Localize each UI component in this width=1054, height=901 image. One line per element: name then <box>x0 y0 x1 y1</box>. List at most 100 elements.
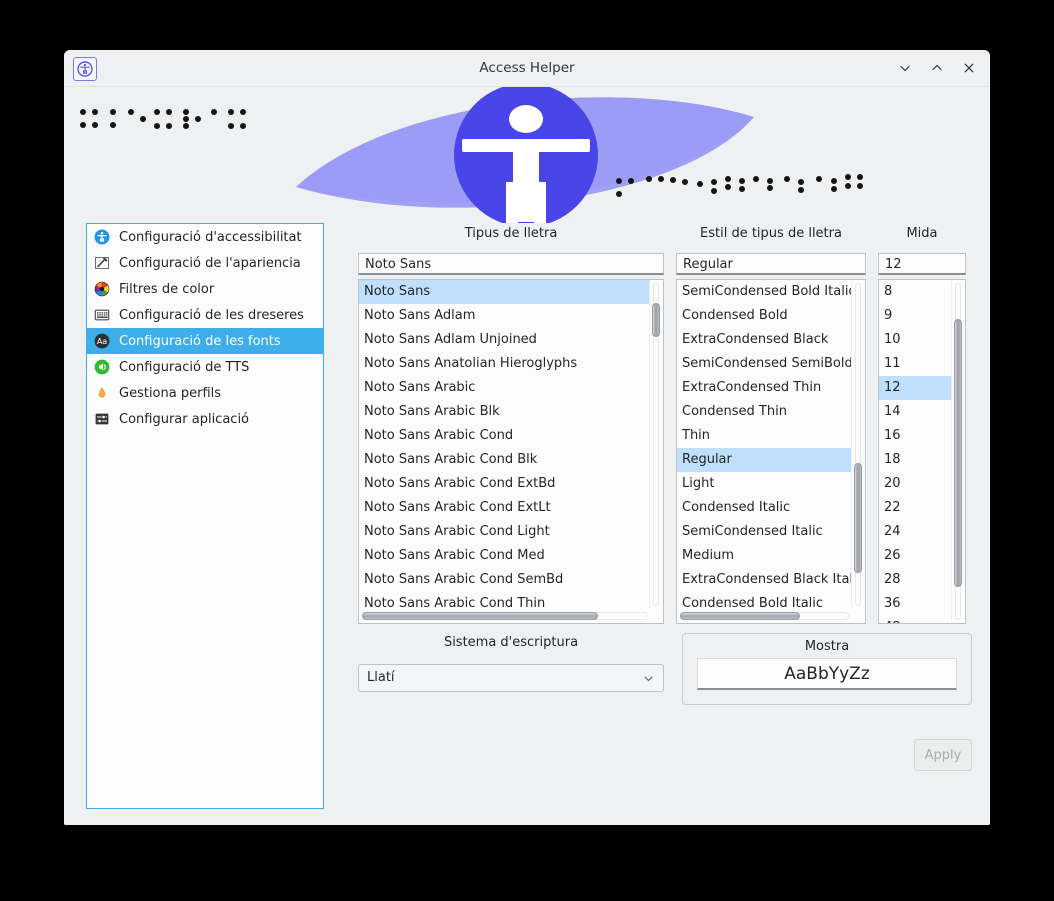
sliders-icon <box>93 410 111 428</box>
list-item[interactable]: 48 <box>879 616 952 623</box>
minimize-button[interactable] <box>894 57 916 79</box>
font-size-vertical-scrollbar[interactable] <box>951 281 964 622</box>
sidebar-item-label: Configuració d'accessibilitat <box>119 230 302 245</box>
sidebar-item-color-filters[interactable]: Filtres de color <box>87 276 323 302</box>
sidebar-item-label: Configuració de les fonts <box>119 334 281 349</box>
list-item[interactable]: SemiCondensed Bold Italic <box>677 280 852 304</box>
list-item[interactable]: Condensed Italic <box>677 496 852 520</box>
list-item[interactable]: Noto Sans Arabic Cond ExtBd <box>359 472 650 496</box>
list-item[interactable]: Light <box>677 472 852 496</box>
font-selector-row: Tipus de lletra Noto Sans Noto Sans Noto… <box>358 223 972 624</box>
scroll-thumb[interactable] <box>362 612 598 620</box>
scroll-thumb[interactable] <box>954 319 962 587</box>
list-item[interactable]: Condensed Bold Italic <box>677 592 852 609</box>
sidebar-item-appearance[interactable]: Configuració de l'apariencia <box>87 250 323 276</box>
sidebar-item-label: Configuració de les dreseres <box>119 308 304 323</box>
list-item[interactable]: 10 <box>879 328 952 352</box>
list-item[interactable]: Noto Sans <box>359 280 650 304</box>
list-item[interactable]: 36 <box>879 592 952 616</box>
list-item[interactable]: 26 <box>879 544 952 568</box>
scroll-thumb[interactable] <box>652 303 660 337</box>
list-item[interactable]: Noto Sans Arabic Cond Med <box>359 544 650 568</box>
list-item[interactable]: Condensed Thin <box>677 400 852 424</box>
font-family-vertical-scrollbar[interactable] <box>649 281 662 608</box>
list-item[interactable]: Noto Sans Arabic Cond Blk <box>359 448 650 472</box>
list-item[interactable]: ExtraCondensed Black <box>677 328 852 352</box>
font-style-label: Estil de tipus de lletra <box>676 223 866 245</box>
font-family-list[interactable]: Noto Sans Noto Sans Adlam Noto Sans Adla… <box>358 279 664 624</box>
font-family-column: Tipus de lletra Noto Sans Noto Sans Noto… <box>358 223 664 624</box>
font-style-vertical-scrollbar[interactable] <box>851 281 864 608</box>
list-item[interactable]: 22 <box>879 496 952 520</box>
writing-system-value: Llatí <box>367 670 395 685</box>
list-item[interactable]: Medium <box>677 544 852 568</box>
list-item[interactable]: ExtraCondensed Thin <box>677 376 852 400</box>
list-item[interactable]: SemiCondensed Italic <box>677 520 852 544</box>
font-style-input[interactable]: Regular <box>676 253 866 275</box>
list-item[interactable]: Regular <box>677 448 852 472</box>
font-settings-panel: Tipus de lletra Noto Sans Noto Sans Noto… <box>358 223 972 825</box>
list-item[interactable]: Condensed Bold <box>677 304 852 328</box>
list-item[interactable]: SemiCondensed SemiBold I <box>677 352 852 376</box>
font-size-list[interactable]: 8 9 10 11 12 14 16 18 20 22 24 26 <box>878 279 966 624</box>
scroll-thumb[interactable] <box>680 612 800 620</box>
list-item[interactable]: Noto Sans Arabic Cond <box>359 424 650 448</box>
sidebar-item-label: Configuració de TTS <box>119 360 249 375</box>
list-item[interactable]: Noto Sans Anatolian Hieroglyphs <box>359 352 650 376</box>
sidebar-item-profiles[interactable]: Gestiona perfils <box>87 380 323 406</box>
list-item[interactable]: Noto Sans Arabic Blk <box>359 400 650 424</box>
accessibility-icon <box>93 228 111 246</box>
preview-title: Mostra <box>683 639 971 654</box>
font-family-input[interactable]: Noto Sans <box>358 253 664 275</box>
sidebar-item-label: Filtres de color <box>119 282 214 297</box>
font-size-input[interactable]: 12 <box>878 253 966 275</box>
scroll-thumb[interactable] <box>854 463 862 573</box>
sidebar: Configuració d'accessibilitat Configurac… <box>86 223 324 809</box>
list-item[interactable]: 18 <box>879 448 952 472</box>
sidebar-item-shortcuts[interactable]: Configuració de les dreseres <box>87 302 323 328</box>
accessibility-banner-art <box>64 87 990 223</box>
sidebar-item-fonts[interactable]: Aa Configuració de les fonts <box>87 328 323 354</box>
title-bar: Access Helper <box>64 50 990 87</box>
list-item[interactable]: Noto Sans Arabic Cond ExtLt <box>359 496 650 520</box>
list-item[interactable]: Noto Sans Arabic <box>359 376 650 400</box>
list-item[interactable]: Noto Sans Adlam <box>359 304 650 328</box>
list-item[interactable]: Thin <box>677 424 852 448</box>
list-item[interactable]: 24 <box>879 520 952 544</box>
maximize-button[interactable] <box>926 57 948 79</box>
font-style-list[interactable]: SemiCondensed Bold Italic Condensed Bold… <box>676 279 866 624</box>
list-item[interactable]: Noto Sans Arabic Cond Thin <box>359 592 650 609</box>
sidebar-item-configure-app[interactable]: Configurar aplicació <box>87 406 323 432</box>
font-size-column: Mida 12 8 9 10 11 12 14 16 18 20 <box>878 223 966 624</box>
braille-dots-left <box>80 109 246 129</box>
list-item[interactable]: 16 <box>879 424 952 448</box>
list-item[interactable]: Noto Sans Adlam Unjoined <box>359 328 650 352</box>
preview-sample: AaBbYyZz <box>697 658 957 690</box>
list-item[interactable]: ExtraCondensed Black Italic <box>677 568 852 592</box>
list-item[interactable]: Noto Sans Arabic Cond Light <box>359 520 650 544</box>
apply-button[interactable]: Apply <box>914 739 972 771</box>
list-item[interactable]: Noto Sans Arabic Cond SemBd <box>359 568 650 592</box>
sidebar-item-tts[interactable]: Configuració de TTS <box>87 354 323 380</box>
writing-system-select[interactable]: Llatí <box>358 664 664 692</box>
list-item[interactable]: 28 <box>879 568 952 592</box>
list-item[interactable]: 11 <box>879 352 952 376</box>
list-item[interactable]: 14 <box>879 400 952 424</box>
sidebar-item-label: Gestiona perfils <box>119 386 221 401</box>
font-style-horizontal-scrollbar[interactable] <box>678 610 851 622</box>
font-size-label: Mida <box>878 223 966 245</box>
list-item[interactable]: 12 <box>879 376 952 400</box>
list-item[interactable]: 8 <box>879 280 952 304</box>
list-item[interactable]: 20 <box>879 472 952 496</box>
tts-speaker-icon <box>93 358 111 376</box>
font-family-horizontal-scrollbar[interactable] <box>360 610 649 622</box>
writing-system-block: Sistema d'escriptura Llatí <box>358 633 664 692</box>
keyboard-icon <box>93 306 111 324</box>
braille-dots-right <box>616 174 863 197</box>
font-family-label: Tipus de lletra <box>358 223 664 245</box>
chevron-down-icon <box>642 665 655 691</box>
banner-graphic <box>64 87 990 223</box>
sidebar-item-accessibility[interactable]: Configuració d'accessibilitat <box>87 224 323 250</box>
close-button[interactable] <box>958 57 980 79</box>
list-item[interactable]: 9 <box>879 304 952 328</box>
